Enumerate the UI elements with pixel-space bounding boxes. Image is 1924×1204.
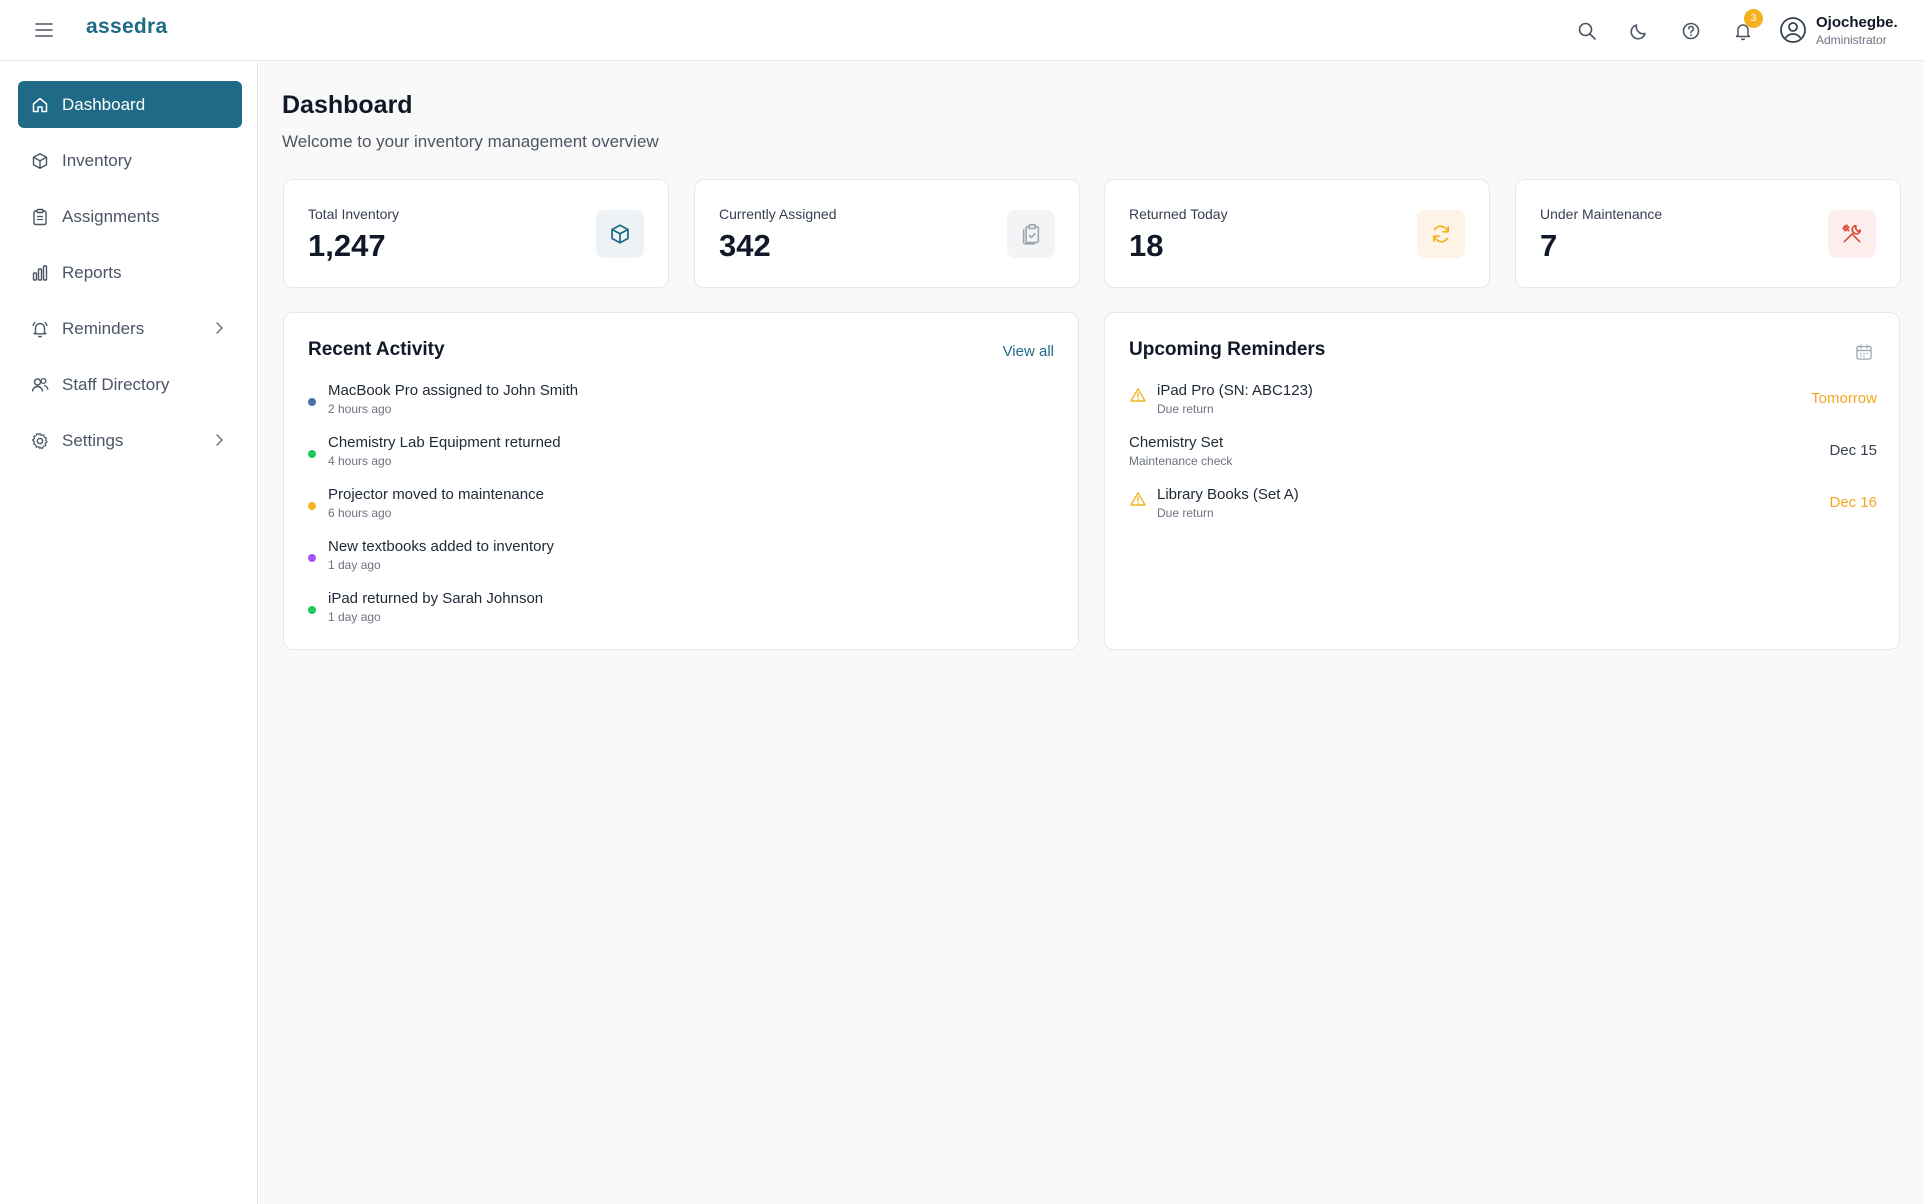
hamburger-menu-icon[interactable] <box>32 18 56 42</box>
stat-card-returned-today: Returned Today 18 <box>1104 179 1490 288</box>
view-all-link[interactable]: View all <box>1003 343 1054 360</box>
sidebar-item-label: Reminders <box>62 318 145 338</box>
page-title: Dashboard <box>282 91 413 119</box>
page-subtitle: Welcome to your inventory management ove… <box>282 132 659 151</box>
activity-time: 1 day ago <box>328 558 381 572</box>
stat-value: 18 <box>1129 228 1164 263</box>
warning-icon <box>1129 490 1147 508</box>
chevron-right-icon[interactable] <box>210 431 228 449</box>
activity-text: MacBook Pro assigned to John Smith <box>328 382 579 399</box>
panel-title: Recent Activity <box>308 339 445 360</box>
reminder-title: Chemistry Set <box>1129 434 1224 451</box>
sidebar-item-label: Reports <box>62 262 122 282</box>
sidebar-item-label: Settings <box>62 430 124 450</box>
stat-value: 1,247 <box>308 228 386 263</box>
clipboard-icon <box>1007 210 1055 258</box>
recent-activity-panel: Recent Activity View all MacBook Pro ass… <box>283 312 1079 650</box>
stat-card-under-maintenance: Under Maintenance 7 <box>1515 179 1901 288</box>
stat-value: 342 <box>719 228 771 263</box>
activity-time: 6 hours ago <box>328 506 392 520</box>
dark-mode-moon-icon[interactable] <box>1626 18 1652 44</box>
activity-text: iPad returned by Sarah Johnson <box>328 590 544 607</box>
sidebar-item-reminders[interactable]: Reminders <box>18 305 242 352</box>
chevron-right-icon[interactable] <box>210 319 228 337</box>
reminder-title: Library Books (Set A) <box>1157 486 1299 503</box>
panel-title: Upcoming Reminders <box>1129 339 1326 360</box>
top-bar: assedra 3 Ojochegbe. Administrator <box>0 0 1924 61</box>
stat-label: Currently Assigned <box>719 206 837 222</box>
status-dot <box>308 606 316 614</box>
stat-label: Returned Today <box>1129 206 1228 222</box>
users-icon <box>30 375 50 395</box>
box-icon <box>30 151 50 171</box>
notification-count-badge: 3 <box>1744 9 1763 28</box>
warning-icon <box>1129 386 1147 404</box>
user-role: Administrator <box>1816 33 1887 47</box>
sidebar-item-label: Inventory <box>62 150 132 170</box>
sidebar-item-label: Dashboard <box>62 94 146 114</box>
activity-item: Projector moved to maintenance 6 hours a… <box>308 486 1008 526</box>
status-dot <box>308 450 316 458</box>
reminder-title: iPad Pro (SN: ABC123) <box>1157 382 1313 399</box>
status-dot <box>308 398 316 406</box>
user-avatar-icon[interactable] <box>1778 15 1808 45</box>
reminder-item[interactable]: Chemistry Set Maintenance check Dec 15 <box>1129 434 1877 474</box>
bar-chart-icon <box>30 263 50 283</box>
main-content: Dashboard Welcome to your inventory mana… <box>259 61 1924 1204</box>
status-dot <box>308 502 316 510</box>
calendar-icon[interactable] <box>1853 341 1875 363</box>
sidebar-item-dashboard[interactable]: Dashboard <box>18 81 242 128</box>
refresh-icon <box>1417 210 1465 258</box>
reminder-date: Dec 15 <box>1829 442 1877 459</box>
reminder-subtitle: Due return <box>1157 506 1214 520</box>
activity-time: 1 day ago <box>328 610 381 624</box>
stat-label: Under Maintenance <box>1540 206 1663 222</box>
reminder-item[interactable]: iPad Pro (SN: ABC123) Due return Tomorro… <box>1129 382 1877 422</box>
home-icon <box>30 95 50 115</box>
sidebar-item-inventory[interactable]: Inventory <box>18 137 242 184</box>
sidebar-item-reports[interactable]: Reports <box>18 249 242 296</box>
upcoming-reminders-panel: Upcoming Reminders iPad Pro (SN: ABC123)… <box>1104 312 1900 650</box>
sidebar-item-assignments[interactable]: Assignments <box>18 193 242 240</box>
stat-card-currently-assigned: Currently Assigned 342 <box>694 179 1080 288</box>
bell-icon <box>30 319 50 339</box>
tools-icon <box>1828 210 1876 258</box>
status-dot <box>308 554 316 562</box>
sidebar: Dashboard Inventory Assignments Reports … <box>0 61 258 1204</box>
gear-icon <box>30 431 50 451</box>
reminder-subtitle: Maintenance check <box>1129 454 1233 468</box>
sidebar-item-label: Staff Directory <box>62 374 170 394</box>
activity-time: 2 hours ago <box>328 402 392 416</box>
reminder-date: Tomorrow <box>1811 390 1877 407</box>
search-icon[interactable] <box>1574 18 1600 44</box>
stat-value: 7 <box>1540 228 1558 263</box>
activity-item: Chemistry Lab Equipment returned 4 hours… <box>308 434 1008 474</box>
activity-text: New textbooks added to inventory <box>328 538 554 555</box>
sidebar-item-label: Assignments <box>62 206 160 226</box>
sidebar-item-settings[interactable]: Settings <box>18 417 242 464</box>
app-logo[interactable]: assedra <box>86 15 168 39</box>
activity-item: iPad returned by Sarah Johnson 1 day ago <box>308 590 1008 630</box>
activity-time: 4 hours ago <box>328 454 392 468</box>
activity-item: MacBook Pro assigned to John Smith 2 hou… <box>308 382 1008 422</box>
reminder-date: Dec 16 <box>1829 494 1877 511</box>
box-icon <box>596 210 644 258</box>
help-icon[interactable] <box>1678 18 1704 44</box>
clipboard-icon <box>30 207 50 227</box>
reminder-item[interactable]: Library Books (Set A) Due return Dec 16 <box>1129 486 1877 526</box>
activity-text: Projector moved to maintenance <box>328 486 544 503</box>
activity-item: New textbooks added to inventory 1 day a… <box>308 538 1008 578</box>
sidebar-item-staff-directory[interactable]: Staff Directory <box>18 361 242 408</box>
user-name[interactable]: Ojochegbe. <box>1816 14 1898 31</box>
stat-label: Total Inventory <box>308 206 400 222</box>
stat-card-total-inventory: Total Inventory 1,247 <box>283 179 669 288</box>
activity-text: Chemistry Lab Equipment returned <box>328 434 561 451</box>
reminder-subtitle: Due return <box>1157 402 1214 416</box>
